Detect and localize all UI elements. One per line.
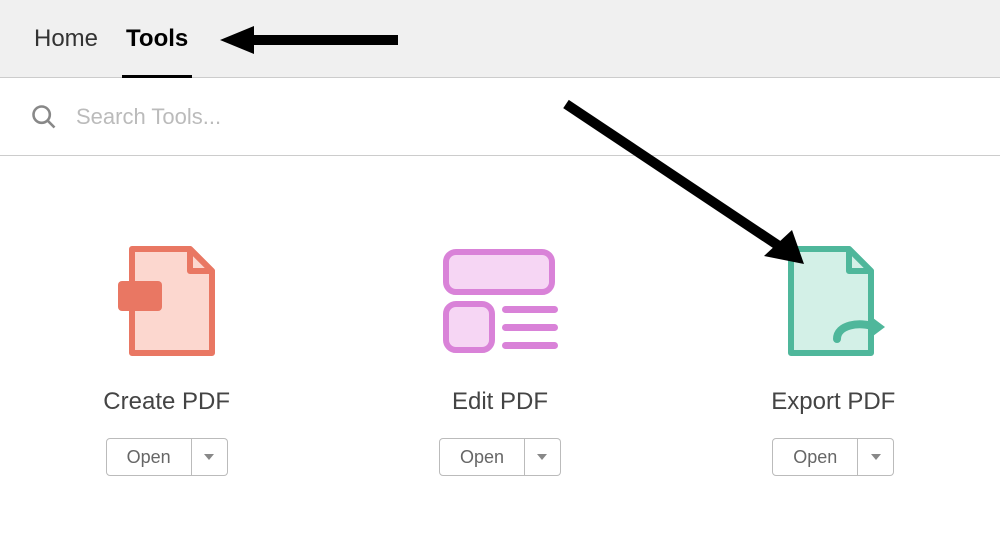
create-pdf-icon (102, 236, 232, 366)
export-pdf-icon (768, 236, 898, 366)
open-button[interactable]: Open (106, 438, 192, 476)
tool-label: Edit PDF (452, 388, 548, 416)
open-dropdown[interactable] (192, 438, 228, 476)
search-input[interactable] (76, 104, 476, 130)
caret-down-icon (204, 454, 214, 460)
open-button-group: Open (772, 438, 894, 476)
search-icon (30, 103, 58, 131)
tool-label: Create PDF (103, 388, 230, 416)
tool-label: Export PDF (771, 388, 895, 416)
search-bar (0, 78, 1000, 156)
open-button-group: Open (439, 438, 561, 476)
edit-pdf-icon (435, 236, 565, 366)
open-button[interactable]: Open (772, 438, 858, 476)
tab-home[interactable]: Home (20, 0, 112, 78)
caret-down-icon (871, 454, 881, 460)
open-dropdown[interactable] (525, 438, 561, 476)
top-tab-bar: Home Tools (0, 0, 1000, 78)
tools-grid: Create PDF Open Edit PDF Open (0, 156, 1000, 476)
caret-down-icon (537, 454, 547, 460)
tool-create-pdf[interactable]: Create PDF Open (37, 236, 297, 476)
open-button-group: Open (106, 438, 228, 476)
tool-export-pdf[interactable]: Export PDF Open (703, 236, 963, 476)
tool-edit-pdf[interactable]: Edit PDF Open (370, 236, 630, 476)
open-button[interactable]: Open (439, 438, 525, 476)
tab-tools[interactable]: Tools (112, 0, 202, 78)
open-dropdown[interactable] (858, 438, 894, 476)
